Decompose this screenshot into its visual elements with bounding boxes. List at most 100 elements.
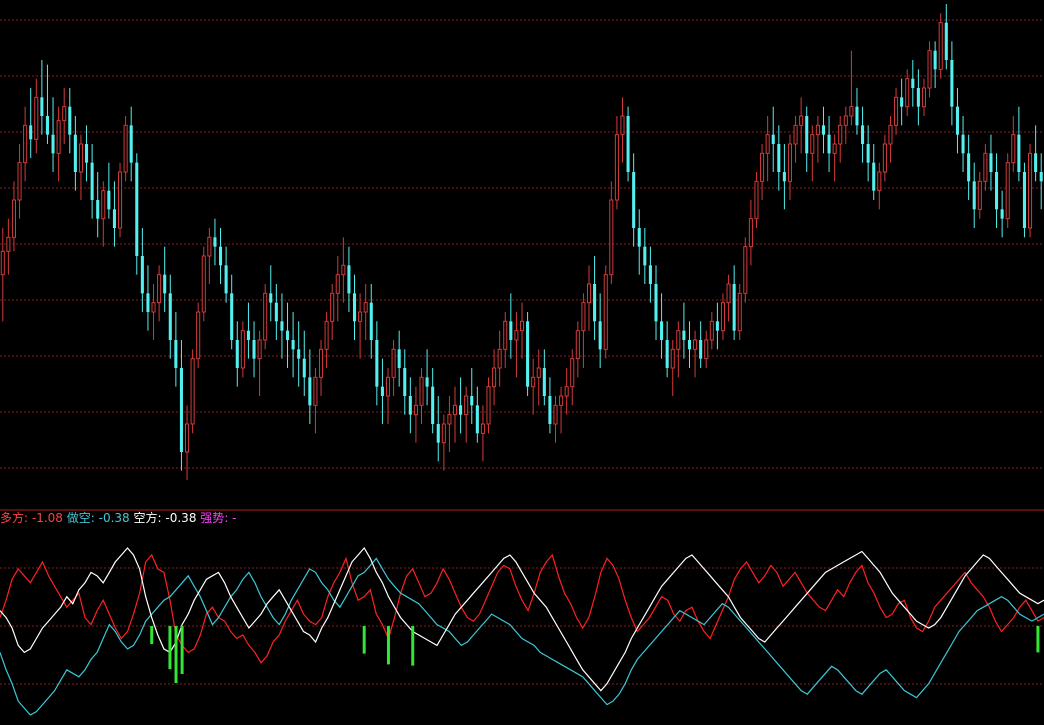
candle-body-26 <box>146 293 150 312</box>
legend-colon-duofang: : <box>24 511 32 525</box>
candle-body-69 <box>385 376 391 397</box>
candle-body-41 <box>230 293 234 340</box>
candle-body-39 <box>218 246 223 266</box>
candle-body-123 <box>687 340 692 350</box>
candle-body-148 <box>827 134 831 154</box>
candle-body-110 <box>614 134 619 201</box>
candle-body-170 <box>950 60 954 107</box>
candle-body-186 <box>1039 172 1043 182</box>
candle-body-87 <box>486 386 491 425</box>
candle-body-12 <box>68 106 72 135</box>
candle-body-133 <box>743 246 748 294</box>
green-bar-1 <box>168 626 172 670</box>
candle-body-29 <box>163 274 167 294</box>
candle-body-65 <box>363 302 368 313</box>
candle-body-141 <box>787 143 793 182</box>
candle-body-163 <box>911 78 915 88</box>
candle-body-107 <box>598 321 602 350</box>
candle-body-101 <box>564 386 569 397</box>
candle-body-95 <box>531 376 536 388</box>
candle-body-18 <box>101 190 106 220</box>
candle-body-128 <box>715 321 719 331</box>
green-bar-4 <box>362 626 366 654</box>
candle-body-73 <box>408 396 412 415</box>
candle-body-168 <box>938 22 943 70</box>
candle-body-77 <box>431 386 435 424</box>
candle-body-176 <box>983 152 988 182</box>
candle-body-88 <box>492 367 497 388</box>
candle-body-50 <box>280 321 284 331</box>
candle-body-31 <box>174 340 178 368</box>
candle-body-89 <box>497 348 502 369</box>
candle-body-173 <box>967 153 971 182</box>
candle-body-25 <box>140 256 144 294</box>
legend-name-zuokong: 做空 <box>66 511 91 525</box>
candle-body-143 <box>799 115 804 126</box>
candle-body-6 <box>34 96 39 140</box>
candle-body-157 <box>877 171 882 192</box>
candle-body-147 <box>821 125 826 135</box>
candle-body-37 <box>207 236 212 257</box>
candle-body-40 <box>224 265 228 294</box>
candle-body-140 <box>782 172 786 182</box>
candle-body-83 <box>464 395 469 416</box>
series-line-2 <box>0 546 1044 692</box>
legend-value-qiangshi: - <box>232 511 237 525</box>
candle-body-78 <box>436 424 440 443</box>
candle-body-36 <box>201 255 206 313</box>
candle-body-82 <box>459 405 463 415</box>
green-bar-6 <box>411 626 415 666</box>
candle-body-156 <box>872 162 876 191</box>
green-bar-2 <box>174 626 178 683</box>
candle-body-126 <box>704 339 709 360</box>
candle-body-59 <box>330 292 335 322</box>
candle-body-113 <box>632 172 636 228</box>
candle-body-62 <box>347 265 351 294</box>
candle-body-136 <box>760 152 765 182</box>
candle-body-5 <box>29 125 33 140</box>
legend-colon-qiangshi: : <box>224 511 233 525</box>
candle-body-181 <box>1011 134 1016 164</box>
candle-body-75 <box>419 376 424 406</box>
candle-body-97 <box>542 368 546 396</box>
candle-body-47 <box>263 292 268 341</box>
candle-body-71 <box>397 349 401 368</box>
candle-body-102 <box>570 358 575 388</box>
candle-body-116 <box>648 265 652 284</box>
candle-body-100 <box>559 395 564 406</box>
candle-body-180 <box>1005 162 1010 220</box>
candle-body-134 <box>748 218 753 248</box>
legend-colon-zuokong: : <box>90 511 99 525</box>
green-bar-0 <box>150 626 154 644</box>
candle-body-139 <box>777 144 781 172</box>
legend-item-kongfang: 空方: -0.38 <box>134 511 201 525</box>
candle-body-33 <box>184 423 190 453</box>
candle-body-79 <box>441 423 446 444</box>
candle-body-159 <box>888 124 893 145</box>
candle-body-7 <box>40 97 44 116</box>
candle-body-146 <box>815 124 820 136</box>
candle-body-130 <box>726 283 731 304</box>
candle-body-64 <box>358 311 363 322</box>
candle-body-0 <box>0 250 5 276</box>
candle-body-182 <box>1017 134 1021 172</box>
candle-body-137 <box>765 134 770 154</box>
candle-body-57 <box>318 348 324 378</box>
legend-item-zuokong: 做空: -0.38 <box>67 511 134 525</box>
candle-body-120 <box>670 348 675 369</box>
candle-body-135 <box>754 180 759 220</box>
indicator-legend: 多方: -1.08 做空: -0.38 空方: -0.38 强势: - <box>0 510 237 526</box>
candle-body-155 <box>866 144 870 163</box>
candle-body-153 <box>855 106 859 126</box>
candle-body-131 <box>732 284 736 331</box>
candle-body-171 <box>955 106 960 135</box>
candle-body-44 <box>246 330 250 340</box>
candle-body-34 <box>190 358 195 425</box>
candle-body-115 <box>643 246 647 266</box>
candle-body-96 <box>536 367 541 378</box>
candle-body-58 <box>324 320 329 350</box>
series-line-1 <box>0 557 1044 716</box>
candle-body-81 <box>452 404 458 416</box>
legend-name-kongfang: 空方 <box>133 511 158 525</box>
candle-body-145 <box>810 134 815 154</box>
